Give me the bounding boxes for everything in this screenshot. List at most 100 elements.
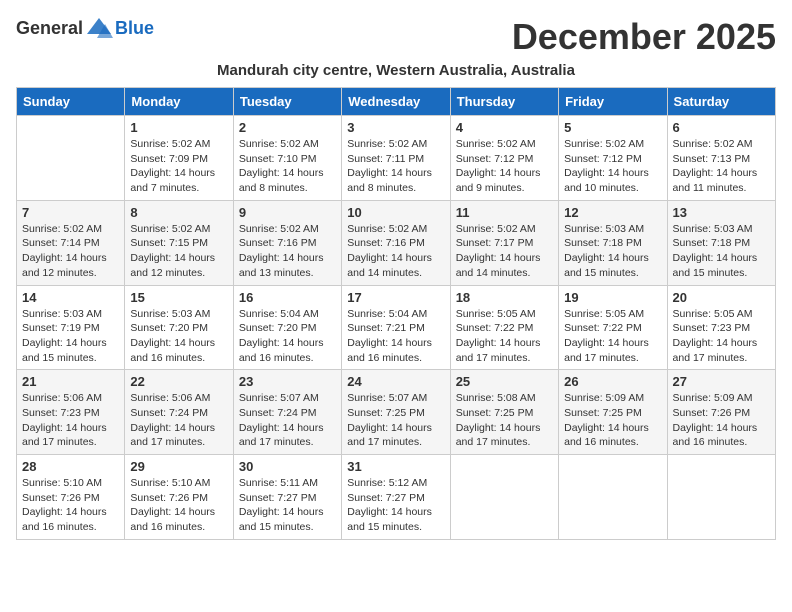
calendar-cell: 2 Sunrise: 5:02 AM Sunset: 7:10 PM Daylig… bbox=[233, 116, 341, 201]
calendar-cell: 5 Sunrise: 5:02 AM Sunset: 7:12 PM Daylig… bbox=[559, 116, 667, 201]
week-row: 21 Sunrise: 5:06 AM Sunset: 7:23 PM Dayli… bbox=[17, 370, 776, 455]
cell-info: Sunrise: 5:02 AM Sunset: 7:16 PM Dayligh… bbox=[239, 222, 336, 281]
day-number: 7 bbox=[22, 205, 119, 220]
day-number: 24 bbox=[347, 374, 444, 389]
cell-info: Sunrise: 5:03 AM Sunset: 7:18 PM Dayligh… bbox=[673, 222, 770, 281]
cell-info: Sunrise: 5:07 AM Sunset: 7:25 PM Dayligh… bbox=[347, 391, 444, 450]
cell-info: Sunrise: 5:02 AM Sunset: 7:17 PM Dayligh… bbox=[456, 222, 553, 281]
day-number: 8 bbox=[130, 205, 227, 220]
cell-info: Sunrise: 5:04 AM Sunset: 7:20 PM Dayligh… bbox=[239, 307, 336, 366]
day-number: 9 bbox=[239, 205, 336, 220]
calendar-cell: 7 Sunrise: 5:02 AM Sunset: 7:14 PM Daylig… bbox=[17, 200, 125, 285]
day-number: 14 bbox=[22, 290, 119, 305]
cell-info: Sunrise: 5:02 AM Sunset: 7:12 PM Dayligh… bbox=[564, 137, 661, 196]
calendar-cell: 10Sunrise: 5:02 AM Sunset: 7:16 PM Dayli… bbox=[342, 200, 450, 285]
calendar-cell: 19 Sunrise: 5:05 AM Sunset: 7:22 PM Dayli… bbox=[559, 285, 667, 370]
day-number: 29 bbox=[130, 459, 227, 474]
calendar-cell: 17Sunrise: 5:04 AM Sunset: 7:21 PM Dayli… bbox=[342, 285, 450, 370]
calendar-cell: 9 Sunrise: 5:02 AM Sunset: 7:16 PM Daylig… bbox=[233, 200, 341, 285]
logo-icon bbox=[85, 16, 113, 40]
cell-info: Sunrise: 5:07 AM Sunset: 7:24 PM Dayligh… bbox=[239, 391, 336, 450]
day-number: 26 bbox=[564, 374, 661, 389]
calendar-cell: 13 Sunrise: 5:03 AM Sunset: 7:18 PM Dayli… bbox=[667, 200, 775, 285]
calendar-cell: 23 Sunrise: 5:07 AM Sunset: 7:24 PM Dayli… bbox=[233, 370, 341, 455]
day-number: 5 bbox=[564, 120, 661, 135]
cell-info: Sunrise: 5:02 AM Sunset: 7:15 PM Dayligh… bbox=[130, 222, 227, 281]
day-number: 16 bbox=[239, 290, 336, 305]
month-title: December 2025 bbox=[512, 16, 776, 58]
calendar-cell: 14 Sunrise: 5:03 AM Sunset: 7:19 PM Dayli… bbox=[17, 285, 125, 370]
logo: General Blue bbox=[16, 16, 154, 40]
cell-info: Sunrise: 5:02 AM Sunset: 7:13 PM Dayligh… bbox=[673, 137, 770, 196]
cell-info: Sunrise: 5:11 AM Sunset: 7:27 PM Dayligh… bbox=[239, 476, 336, 535]
cell-info: Sunrise: 5:03 AM Sunset: 7:19 PM Dayligh… bbox=[22, 307, 119, 366]
logo-blue-text: Blue bbox=[115, 18, 154, 39]
day-number: 21 bbox=[22, 374, 119, 389]
calendar-cell: 16 Sunrise: 5:04 AM Sunset: 7:20 PM Dayli… bbox=[233, 285, 341, 370]
cell-info: Sunrise: 5:09 AM Sunset: 7:25 PM Dayligh… bbox=[564, 391, 661, 450]
cell-info: Sunrise: 5:05 AM Sunset: 7:22 PM Dayligh… bbox=[564, 307, 661, 366]
calendar-cell: 20Sunrise: 5:05 AM Sunset: 7:23 PM Dayli… bbox=[667, 285, 775, 370]
week-row: 28Sunrise: 5:10 AM Sunset: 7:26 PM Dayli… bbox=[17, 455, 776, 540]
week-row: 14 Sunrise: 5:03 AM Sunset: 7:19 PM Dayli… bbox=[17, 285, 776, 370]
calendar-cell: 22Sunrise: 5:06 AM Sunset: 7:24 PM Dayli… bbox=[125, 370, 233, 455]
cell-info: Sunrise: 5:02 AM Sunset: 7:10 PM Dayligh… bbox=[239, 137, 336, 196]
day-number: 18 bbox=[456, 290, 553, 305]
day-number: 23 bbox=[239, 374, 336, 389]
calendar-cell: 18 Sunrise: 5:05 AM Sunset: 7:22 PM Dayli… bbox=[450, 285, 558, 370]
calendar-cell bbox=[17, 116, 125, 201]
cell-info: Sunrise: 5:02 AM Sunset: 7:09 PM Dayligh… bbox=[130, 137, 227, 196]
calendar-cell: 30 Sunrise: 5:11 AM Sunset: 7:27 PM Dayli… bbox=[233, 455, 341, 540]
calendar-cell: 4Sunrise: 5:02 AM Sunset: 7:12 PM Daylig… bbox=[450, 116, 558, 201]
calendar-cell: 27 Sunrise: 5:09 AM Sunset: 7:26 PM Dayli… bbox=[667, 370, 775, 455]
cell-info: Sunrise: 5:06 AM Sunset: 7:23 PM Dayligh… bbox=[22, 391, 119, 450]
day-header-saturday: Saturday bbox=[667, 88, 775, 116]
cell-info: Sunrise: 5:08 AM Sunset: 7:25 PM Dayligh… bbox=[456, 391, 553, 450]
cell-info: Sunrise: 5:03 AM Sunset: 7:20 PM Dayligh… bbox=[130, 307, 227, 366]
logo-general-text: General bbox=[16, 18, 83, 39]
day-number: 22 bbox=[130, 374, 227, 389]
day-header-friday: Friday bbox=[559, 88, 667, 116]
day-number: 10 bbox=[347, 205, 444, 220]
day-number: 1 bbox=[130, 120, 227, 135]
day-header-thursday: Thursday bbox=[450, 88, 558, 116]
cell-info: Sunrise: 5:10 AM Sunset: 7:26 PM Dayligh… bbox=[22, 476, 119, 535]
location-title: Mandurah city centre, Western Australia,… bbox=[16, 62, 776, 79]
day-number: 12 bbox=[564, 205, 661, 220]
cell-info: Sunrise: 5:02 AM Sunset: 7:11 PM Dayligh… bbox=[347, 137, 444, 196]
calendar-cell bbox=[450, 455, 558, 540]
day-number: 27 bbox=[673, 374, 770, 389]
calendar-cell: 6 Sunrise: 5:02 AM Sunset: 7:13 PM Daylig… bbox=[667, 116, 775, 201]
day-header-tuesday: Tuesday bbox=[233, 88, 341, 116]
day-number: 3 bbox=[347, 120, 444, 135]
cell-info: Sunrise: 5:02 AM Sunset: 7:14 PM Dayligh… bbox=[22, 222, 119, 281]
day-number: 2 bbox=[239, 120, 336, 135]
day-number: 6 bbox=[673, 120, 770, 135]
page-header: General Blue December 2025 bbox=[16, 16, 776, 58]
calendar-cell: 8 Sunrise: 5:02 AM Sunset: 7:15 PM Daylig… bbox=[125, 200, 233, 285]
day-number: 30 bbox=[239, 459, 336, 474]
calendar-cell bbox=[667, 455, 775, 540]
calendar-cell: 31 Sunrise: 5:12 AM Sunset: 7:27 PM Dayli… bbox=[342, 455, 450, 540]
day-header-wednesday: Wednesday bbox=[342, 88, 450, 116]
calendar-cell: 25Sunrise: 5:08 AM Sunset: 7:25 PM Dayli… bbox=[450, 370, 558, 455]
calendar-cell: 15 Sunrise: 5:03 AM Sunset: 7:20 PM Dayli… bbox=[125, 285, 233, 370]
day-number: 17 bbox=[347, 290, 444, 305]
calendar-cell: 26 Sunrise: 5:09 AM Sunset: 7:25 PM Dayli… bbox=[559, 370, 667, 455]
calendar-cell: 24 Sunrise: 5:07 AM Sunset: 7:25 PM Dayli… bbox=[342, 370, 450, 455]
day-number: 4 bbox=[456, 120, 553, 135]
day-number: 31 bbox=[347, 459, 444, 474]
day-number: 13 bbox=[673, 205, 770, 220]
cell-info: Sunrise: 5:05 AM Sunset: 7:22 PM Dayligh… bbox=[456, 307, 553, 366]
cell-info: Sunrise: 5:09 AM Sunset: 7:26 PM Dayligh… bbox=[673, 391, 770, 450]
calendar-cell: 3 Sunrise: 5:02 AM Sunset: 7:11 PM Daylig… bbox=[342, 116, 450, 201]
calendar-cell: 29Sunrise: 5:10 AM Sunset: 7:26 PM Dayli… bbox=[125, 455, 233, 540]
calendar-cell: 12Sunrise: 5:03 AM Sunset: 7:18 PM Dayli… bbox=[559, 200, 667, 285]
day-header-monday: Monday bbox=[125, 88, 233, 116]
calendar-table: SundayMondayTuesdayWednesdayThursdayFrid… bbox=[16, 87, 776, 540]
calendar-cell bbox=[559, 455, 667, 540]
day-number: 15 bbox=[130, 290, 227, 305]
days-header-row: SundayMondayTuesdayWednesdayThursdayFrid… bbox=[17, 88, 776, 116]
cell-info: Sunrise: 5:12 AM Sunset: 7:27 PM Dayligh… bbox=[347, 476, 444, 535]
day-number: 19 bbox=[564, 290, 661, 305]
